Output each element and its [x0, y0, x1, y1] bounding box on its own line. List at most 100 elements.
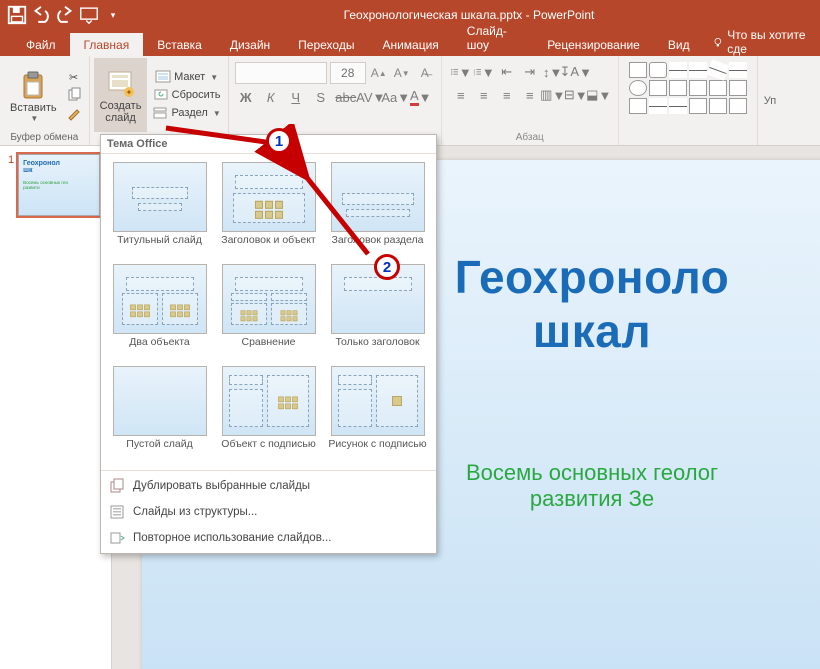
ribbon-overflow: Уп	[758, 56, 820, 145]
group-label-clipboard: Буфер обмена	[4, 132, 85, 145]
layout-icon	[155, 69, 171, 85]
duplicate-icon	[109, 478, 125, 494]
clipboard-icon	[17, 70, 49, 102]
group-clipboard: Вставить ▼ ✂ Буфер обмена	[0, 56, 90, 145]
underline-button[interactable]: Ч	[285, 87, 307, 107]
tab-review[interactable]: Рецензирование	[533, 33, 654, 56]
layout-label: Объект с подписью	[221, 438, 315, 462]
title-bar: ▾ Геохронологическая шкала.pptx - PowerP…	[0, 0, 820, 30]
save-button[interactable]	[6, 4, 28, 26]
spacing-button[interactable]: AV▼	[360, 87, 382, 107]
tell-me-label: Что вы хотите сде	[727, 28, 812, 56]
layout-label: Пустой слайд	[126, 438, 192, 462]
tab-file[interactable]: Файл	[12, 33, 70, 56]
layout-blank[interactable]: Пустой слайд	[107, 364, 212, 464]
shrink-font-button[interactable]: A▼	[392, 63, 412, 83]
layout-label: Титульный слайд	[117, 234, 202, 258]
case-button[interactable]: Aa▼	[385, 87, 407, 107]
brush-icon	[66, 105, 82, 121]
align-text-button[interactable]: ⊟▼	[565, 85, 587, 105]
annotation-marker-2: 2	[374, 254, 400, 280]
qat-customize-button[interactable]: ▾	[102, 4, 124, 26]
layout-label: Только заголовок	[335, 336, 419, 360]
layout-title-slide[interactable]: Титульный слайд	[107, 160, 212, 260]
decrease-indent-button[interactable]: ⇤	[496, 62, 518, 82]
undo-button[interactable]	[30, 4, 52, 26]
copy-button[interactable]	[63, 86, 85, 104]
group-font: 28 A▲ A▼ A̶ Ж К Ч S abc AV▼ Aa▼ A▼	[229, 56, 442, 145]
slides-from-outline-menuitem[interactable]: Слайды из структуры...	[101, 499, 436, 525]
new-slide-layout-gallery: Тема Office Титульный слайд Заголовок и …	[100, 134, 437, 554]
align-center-button[interactable]: ≡	[473, 85, 495, 105]
columns-button[interactable]: ▥▼	[542, 85, 564, 105]
thumb-preview: Геохронол шк Восемь основных гео развити	[18, 154, 100, 216]
bulb-icon	[712, 35, 724, 49]
layout-label: Заголовок раздела	[331, 234, 423, 258]
font-family-combo[interactable]	[235, 62, 327, 84]
reuse-icon	[109, 530, 125, 546]
font-color-button[interactable]: A▼	[410, 87, 432, 107]
eraser-icon: A̶	[421, 66, 429, 80]
shapes-gallery[interactable]	[629, 62, 747, 114]
numbering-button[interactable]: 123▼	[473, 62, 495, 82]
font-size-combo[interactable]: 28	[330, 62, 366, 84]
justify-button[interactable]: ≡	[519, 85, 541, 105]
menuitem-label: Слайды из структуры...	[133, 506, 257, 518]
svg-text:3: 3	[473, 72, 475, 76]
tab-view[interactable]: Вид	[654, 33, 704, 56]
outline-icon	[109, 504, 125, 520]
group-paragraph: ▼ 123▼ ⇤ ⇥ ↕▼ ↧A▼ ≡ ≡ ≡ ≡ ▥▼ ⊟▼ ⬓▼ Абзац	[442, 56, 619, 145]
tab-animations[interactable]: Анимация	[368, 33, 452, 56]
bold-button[interactable]: Ж	[235, 87, 257, 107]
smartart-button[interactable]: ⬓▼	[588, 85, 610, 105]
text-direction-button[interactable]: ↧A▼	[565, 62, 587, 82]
layout-label: Заголовок и объект	[221, 234, 316, 258]
layout-button[interactable]: Макет▼	[149, 68, 223, 86]
cut-button[interactable]: ✂	[63, 68, 85, 86]
layout-title-only[interactable]: Только заголовок	[325, 262, 430, 362]
layout-section-header[interactable]: Заголовок раздела	[325, 160, 430, 260]
bullets-button[interactable]: ▼	[450, 62, 472, 82]
italic-button[interactable]: К	[260, 87, 282, 107]
layout-picture-caption[interactable]: Рисунок с подписью	[325, 364, 430, 464]
clear-format-button[interactable]: A̶	[415, 63, 435, 83]
ribbon: Вставить ▼ ✂ Буфер обмена ✦ Создать слай…	[0, 56, 820, 146]
reset-button[interactable]: Сбросить	[149, 86, 223, 104]
section-button[interactable]: Раздел▼	[149, 104, 223, 122]
tell-me-search[interactable]: Что вы хотите сде	[704, 28, 820, 56]
thumb-subtitle: Восемь основных гео развити	[23, 180, 95, 190]
menuitem-label: Дублировать выбранные слайды	[133, 480, 310, 492]
redo-button[interactable]	[54, 4, 76, 26]
smartart-icon: ⬓	[586, 87, 598, 103]
paste-button[interactable]: Вставить ▼	[4, 58, 63, 132]
tab-home[interactable]: Главная	[70, 33, 144, 56]
slide-thumbnail-1[interactable]: 1 Геохронол шк Восемь основных гео разви…	[8, 154, 105, 216]
layout-two-content[interactable]: Два объекта	[107, 262, 212, 362]
tab-transitions[interactable]: Переходы	[284, 33, 368, 56]
tab-slideshow[interactable]: Слайд-шоу	[453, 19, 533, 56]
align-right-button[interactable]: ≡	[496, 85, 518, 105]
start-slideshow-button[interactable]	[78, 4, 100, 26]
layout-comparison[interactable]: Сравнение	[216, 262, 321, 362]
reuse-slides-menuitem[interactable]: Повторное использование слайдов...	[101, 525, 436, 551]
menuitem-label: Повторное использование слайдов...	[133, 532, 331, 544]
format-painter-button[interactable]	[63, 104, 85, 122]
layout-content-caption[interactable]: Объект с подписью	[216, 364, 321, 464]
slide-thumbnails-panel: 1 Геохронол шк Восемь основных гео разви…	[0, 146, 112, 669]
align-left-button[interactable]: ≡	[450, 85, 472, 105]
copy-icon	[66, 87, 82, 103]
shadow-button[interactable]: S	[310, 87, 332, 107]
group-label-paragraph: Абзац	[446, 132, 614, 145]
duplicate-slides-menuitem[interactable]: Дублировать выбранные слайды	[101, 473, 436, 499]
strike-button[interactable]: abc	[335, 87, 357, 107]
tab-insert[interactable]: Вставка	[143, 33, 216, 56]
new-slide-button[interactable]: ✦ Создать слайд	[94, 58, 148, 132]
layout-title-and-content[interactable]: Заголовок и объект	[216, 160, 321, 260]
ribbon-tabs: Файл Главная Вставка Дизайн Переходы Ани…	[0, 30, 820, 56]
tab-design[interactable]: Дизайн	[216, 33, 284, 56]
scissors-icon: ✂	[66, 69, 82, 85]
grow-font-button[interactable]: A▲	[369, 63, 389, 83]
increase-indent-button[interactable]: ⇥	[519, 62, 541, 82]
section-icon	[152, 105, 168, 121]
reset-icon	[153, 87, 169, 103]
